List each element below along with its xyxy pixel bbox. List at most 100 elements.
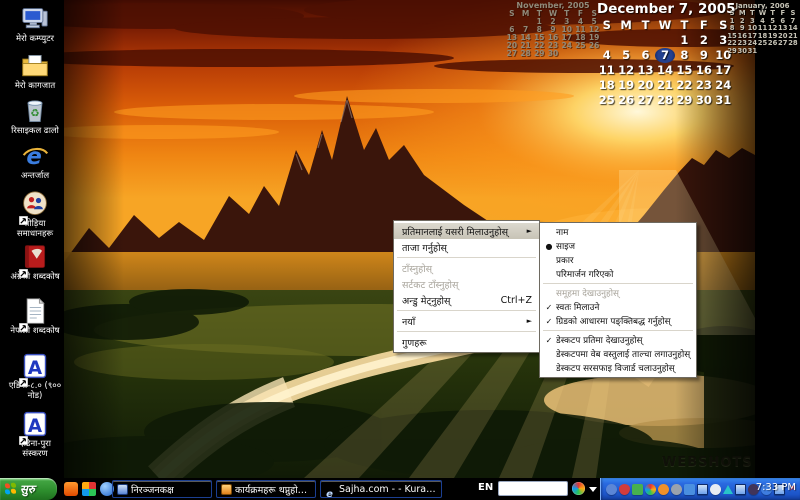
calendar-day: 20 [636,78,655,93]
desktop-icon-my-computer[interactable]: मेरो कम्प्युटर [6,5,64,44]
desktop-icon-label: तोड़िया समाधानहरू [6,219,64,239]
deskbar-dropdown-icon[interactable] [589,487,597,492]
calendar-day [655,33,674,48]
messenger-quicklaunch-icon[interactable] [64,482,78,496]
calendar-day [574,50,588,58]
language-indicator[interactable]: EN [478,482,493,493]
menu-item[interactable]: प्रकार [540,253,696,267]
menu-item-label: नाम [556,226,691,238]
shortcut-arrow-icon [19,210,28,219]
calendar-day: 24 [714,78,733,93]
menu-item-label: प्रतिमानलाई यसरी मिलाउनुहोस् [402,225,521,238]
shortcut-arrow-icon [19,372,28,381]
calendar-day [778,48,788,56]
menu-item[interactable]: डेस्कटप सरसफाइ विजार्ड चलाउनुहोस् [540,361,696,375]
desktop-icon-solutions[interactable]: तोड़िया समाधानहरू [6,190,64,239]
calendar-day: 6 [636,48,655,63]
desktop-icon-label: मेरो कागजात [6,81,64,91]
calendar-weekday: F [694,18,713,33]
menu-item[interactable]: नाम [540,225,696,239]
menu-item[interactable]: ✓डेस्कटप प्रतिमा देखाउनुहोस् [540,333,696,347]
network-status-icon[interactable] [632,484,643,495]
menu-item: सर्टकट टाँस्नुहोस् [394,276,539,292]
menu-item[interactable]: डेस्कटपमा वेब वस्तुलाई ताल्चा लगाउनुहोस् [540,347,696,361]
desktop-icon-adina-full[interactable]: A एडिना-पुरा संस्करण [6,410,64,459]
menu-item-label: ताजा गर्नुहोस् [402,241,532,254]
calendar-day: 27 [778,40,788,48]
calendar-day: 12 [616,63,635,78]
chat-tray-icon[interactable] [684,484,695,495]
calendar-day: 25 [757,40,767,48]
task-button-add-programs[interactable]: कार्यक्रमहरू थप्नुहोस्... [216,480,316,498]
letter-a-icon: A [20,410,50,438]
desktop-icon-label: रिसाइकल ढालो [6,126,64,136]
taskbar-clock[interactable]: 7:33 PM [756,482,796,493]
calendar-day: 29 [727,48,737,56]
idle-app-tray-icon[interactable] [671,484,682,495]
calendar-day: 14 [655,63,674,78]
deskbar-search-input[interactable] [498,481,568,496]
desktop[interactable]: मेरो कम्प्युटर मेरो कागजात ♻ रिसाइकल ढाल… [0,0,800,500]
menu-item[interactable]: अन्डु मेट्नुहोस्Ctrl+Z [394,292,539,308]
calendar-day: 31 [747,48,757,56]
security-alert-icon[interactable] [619,484,630,495]
desktop-icon-my-documents[interactable]: मेरो कागजात [6,52,64,91]
calendar-day: 26 [616,93,635,108]
menu-item[interactable]: नयाँ► [394,313,539,329]
media-quicklaunch-icon[interactable] [82,482,96,496]
menu-item[interactable]: गुणहरू [394,334,539,350]
calendar-november: November, 2005 SMTWTFS123456789101112131… [505,1,601,58]
window-icon [117,484,128,495]
menu-separator [397,310,536,311]
desktop-icon-english-dictionary[interactable]: अंग्रेजी शब्दकोष [6,243,64,282]
monitor-tray-icon[interactable] [735,484,746,495]
message-bubble-icon[interactable] [710,484,721,495]
desktop-context-menu: प्रतिमानलाई यसरी मिलाउनुहोस् ► ताजा गर्नुह… [393,220,540,353]
menu-item-label: सर्टकट टाँस्नुहोस् [402,278,532,291]
calendar-day [768,48,778,56]
calendar-weekday: S [597,18,616,33]
svg-text:A: A [28,358,43,379]
start-button[interactable]: सुरु [0,478,57,500]
antivirus-tray-icon[interactable] [723,485,733,494]
calendar-day: 24 [560,42,574,50]
calendar-day: 22 [675,78,694,93]
menu-item-label: डेस्कटप सरसफाइ विजार्ड चलाउनुहोस् [556,362,691,374]
menu-separator [543,330,693,331]
calendar-day [616,33,635,48]
menu-item[interactable]: प्रतिमानलाई यसरी मिलाउनुहोस् ► [394,223,539,239]
deskbar-logo-icon[interactable] [572,482,585,495]
desktop-icon-internet[interactable]: e अन्तर्जाल [6,142,64,181]
menu-item[interactable]: परिमार्जन गरिएको [540,267,696,281]
shortcut-arrow-icon [19,263,28,272]
desktop-icon-nepali-dictionary[interactable]: नेपाली शब्दकोष [6,297,64,336]
menu-item[interactable]: ✓ग्रिडको आधारमा पङ्क्तिबद्ध गर्नुहोस् [540,314,696,328]
task-button-chatroom[interactable]: निरञ्जनकक्ष [112,480,212,498]
desktop-icon-label: मेरो कम्प्युटर [6,34,64,44]
display-tray-icon[interactable] [697,484,708,495]
start-button-label: सुरु [20,482,35,497]
menu-item[interactable]: ताजा गर्नुहोस् [394,239,539,255]
submenu-arrow-icon: ► [527,227,532,235]
calendar-day [560,50,574,58]
menu-separator [397,257,536,258]
svg-text:e: e [26,144,41,170]
messenger-tray-icon[interactable] [606,484,617,495]
desktop-icon-label: एडिना-पुरा संस्करण [6,439,64,459]
submenu-arrow-icon: ► [527,317,532,325]
desktop-icon-label: नेपाली शब्दकोष [6,326,64,336]
updates-tray-icon[interactable] [658,484,669,495]
menu-item[interactable]: ●साइज [540,239,696,253]
webshots-watermark: WEBSHOTS [662,455,753,470]
menu-item[interactable]: ✓स्वतः मिलाउने [540,300,696,314]
windows-logo-icon [5,482,17,495]
calendar-day: 30 [546,50,560,58]
svg-text:A: A [28,416,43,437]
calendar-day: 28 [788,40,798,48]
webshots-tray-icon[interactable] [645,484,656,495]
internet-explorer-icon: e [20,142,50,170]
desktop-icon-adina-80[interactable]: A एडिना-८.० (९०० नोड) [6,352,64,401]
task-button-sajha[interactable]: e Sajha.com - - Kuraka... [320,480,442,498]
calendar-day: 29 [675,93,694,108]
desktop-icon-recycle-bin[interactable]: ♻ रिसाइकल ढालो [6,97,64,136]
